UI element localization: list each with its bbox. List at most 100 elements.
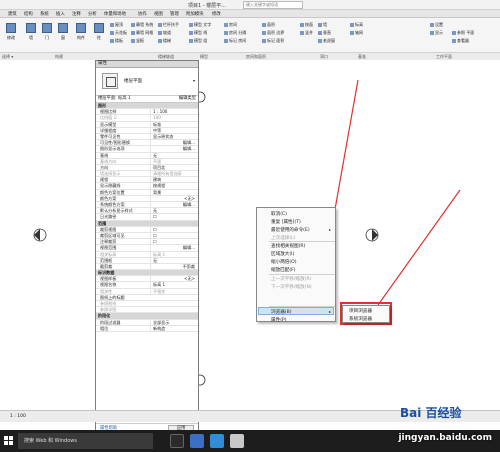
- curtain-grid-button[interactable]: 幕墙 网格: [131, 30, 153, 36]
- ceiling-button[interactable]: 天花板: [110, 30, 127, 36]
- property-value: 不相关: [150, 288, 198, 295]
- column-button[interactable]: 柱: [92, 21, 106, 43]
- by-face-button[interactable]: 按面: [300, 22, 313, 28]
- menu-separator: [269, 306, 335, 307]
- property-value[interactable]: 项目北: [150, 164, 198, 171]
- modify-button[interactable]: 修改: [4, 21, 18, 43]
- property-value[interactable]: 1 : 100: [150, 109, 198, 115]
- tab-collaborate[interactable]: 协作: [138, 11, 147, 17]
- level-button[interactable]: 标高: [350, 22, 363, 28]
- property-value[interactable]: 按规程: [150, 183, 198, 190]
- property-value[interactable]: 标准: [150, 121, 198, 128]
- tab-annotate[interactable]: 注释: [72, 11, 81, 17]
- shaft-button[interactable]: 竖井: [300, 30, 313, 36]
- taskbar-search[interactable]: 搜索 Web 和 Windows: [18, 433, 153, 449]
- window-button[interactable]: 窗: [56, 21, 70, 43]
- explorer-app-icon[interactable]: [230, 434, 244, 448]
- property-value[interactable]: 标高 1: [150, 282, 198, 289]
- roof-button[interactable]: 屋顶: [110, 22, 123, 28]
- floor-button[interactable]: 楼板: [110, 38, 123, 44]
- context-menu-item[interactable]: 查找相关视图(R): [271, 243, 305, 249]
- windows-start-icon[interactable]: [4, 436, 14, 446]
- property-value[interactable]: 全部显示: [150, 319, 198, 326]
- view-scale[interactable]: 1 : 100: [10, 414, 26, 419]
- property-edit-button[interactable]: 编辑...: [150, 202, 198, 208]
- model-line-button[interactable]: 模型 线: [189, 30, 207, 36]
- show-workplane-button[interactable]: 显示: [430, 30, 443, 36]
- property-value[interactable]: 中等: [150, 127, 198, 134]
- wall-opening-button[interactable]: 墙: [318, 22, 327, 28]
- revit-app-icon[interactable]: [190, 434, 204, 448]
- tag-room-button[interactable]: 标记 房间: [224, 38, 246, 44]
- property-value[interactable]: ☐: [150, 214, 198, 220]
- task-view-icon[interactable]: [170, 434, 184, 448]
- drawing-canvas[interactable]: [0, 60, 500, 410]
- property-value[interactable]: ☐: [150, 226, 198, 233]
- property-value[interactable]: 无: [150, 257, 198, 264]
- tag-area-button[interactable]: 标记 面积: [262, 38, 284, 44]
- property-name: 基线: [100, 152, 109, 158]
- viewer-button[interactable]: 查看器: [452, 38, 469, 44]
- stair-button[interactable]: 楼梯: [158, 38, 171, 44]
- tab-modify[interactable]: 修改: [212, 11, 221, 17]
- context-menu-item[interactable]: 区域放大(I): [271, 251, 294, 257]
- wall-button[interactable]: 墙: [24, 21, 38, 43]
- tab-addins[interactable]: 附加模块: [186, 11, 204, 17]
- context-menu-item[interactable]: 最近使用的命令(E): [271, 227, 310, 233]
- type-selector[interactable]: 楼层平面 ▾: [96, 68, 198, 96]
- property-value[interactable]: ☐: [150, 232, 198, 239]
- property-value[interactable]: 无: [150, 208, 198, 214]
- property-edit-button[interactable]: 编辑...: [150, 140, 198, 146]
- room-button[interactable]: 房间: [224, 22, 237, 28]
- property-edit-button[interactable]: 不剪裁: [150, 263, 198, 270]
- property-edit-button[interactable]: 编辑...: [150, 146, 198, 152]
- context-menu-item[interactable]: 属性(P): [271, 317, 287, 323]
- property-value[interactable]: 无: [150, 152, 198, 159]
- dormer-button[interactable]: 老虎窗: [318, 38, 335, 44]
- tab-architecture[interactable]: 建筑: [8, 11, 17, 17]
- model-group-button[interactable]: 模型 组: [189, 38, 207, 44]
- mullion-button[interactable]: 竖梃: [131, 38, 144, 44]
- menu-item-system-browser[interactable]: 系统浏览器: [349, 316, 372, 322]
- component-button[interactable]: 构件: [74, 21, 88, 43]
- context-menu-item[interactable]: 缩小两倍(O): [271, 259, 297, 265]
- model-text-button[interactable]: 模型 文字: [189, 22, 211, 28]
- property-value[interactable]: ☐: [150, 239, 198, 245]
- ramp-button[interactable]: 坡道: [158, 30, 171, 36]
- tab-systems[interactable]: 系统: [40, 11, 49, 17]
- property-value[interactable]: 新构造: [150, 325, 198, 332]
- property-edit-button[interactable]: <无>: [150, 195, 198, 202]
- context-menu-item[interactable]: 缩放匹配(F): [271, 267, 296, 273]
- property-edit-button[interactable]: 编辑...: [150, 245, 198, 251]
- door-button[interactable]: 门: [40, 21, 54, 43]
- property-value[interactable]: 建筑: [150, 177, 198, 183]
- railing-button[interactable]: 栏杆扶手: [158, 22, 179, 28]
- submenu-arrow-icon: ▸: [328, 309, 331, 314]
- grid-button[interactable]: 轴网: [350, 30, 363, 36]
- tab-insert[interactable]: 插入: [56, 11, 65, 17]
- curtain-system-button[interactable]: 幕墙 系统: [131, 22, 153, 28]
- tab-view[interactable]: 视图: [154, 11, 163, 17]
- area-button[interactable]: 面积: [262, 22, 275, 28]
- property-value[interactable]: 背景: [150, 189, 198, 196]
- property-name: 墙连接显示: [100, 171, 121, 177]
- set-workplane-button[interactable]: 设置: [430, 22, 443, 28]
- context-menu-item[interactable]: 取消(C): [271, 211, 287, 217]
- area-boundary-button[interactable]: 面积 边界: [262, 30, 284, 36]
- tab-structure[interactable]: 结构: [24, 11, 33, 17]
- context-menu-item[interactable]: 重复 [属性](T): [271, 219, 301, 225]
- context-menu-item[interactable]: 浏览器(B): [271, 309, 292, 315]
- property-value[interactable]: 显示原状态: [150, 133, 198, 140]
- edit-type-button[interactable]: 编辑类型: [179, 96, 196, 102]
- property-edit-button[interactable]: <无>: [150, 276, 198, 282]
- tab-analyze[interactable]: 分析: [88, 11, 97, 17]
- edge-app-icon[interactable]: [210, 434, 224, 448]
- vertical-opening-button[interactable]: 垂直: [318, 30, 331, 36]
- tab-manage[interactable]: 管理: [170, 11, 179, 17]
- menu-item-project-browser[interactable]: 项目浏览器: [349, 308, 372, 314]
- search-input[interactable]: 键入关键字或短语: [243, 1, 303, 9]
- tab-massing[interactable]: 体量和场地: [104, 11, 126, 17]
- room-separator-button[interactable]: 房间 分隔: [224, 30, 246, 36]
- ref-plane-button[interactable]: 参照 平面: [452, 30, 474, 36]
- instance-selector[interactable]: 楼层平面: 标高 1 编辑类型: [96, 96, 198, 103]
